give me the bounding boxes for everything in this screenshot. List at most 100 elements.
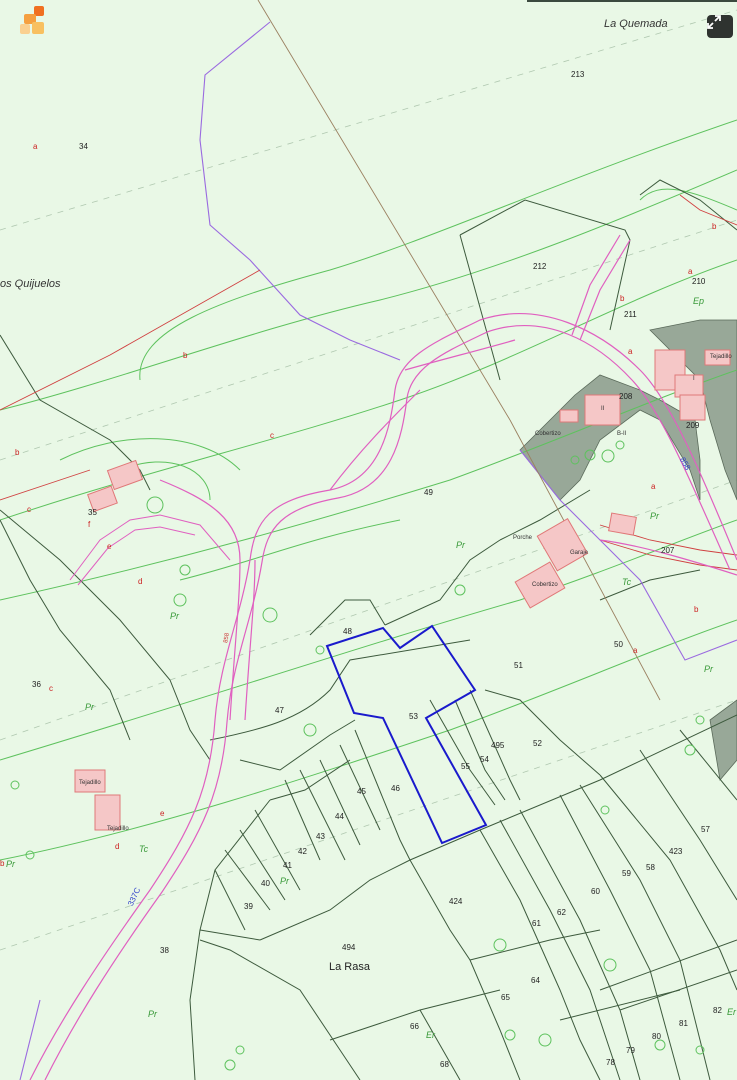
parcel-label: 58 (646, 863, 655, 872)
parcel-label: 34 (79, 142, 88, 151)
subparcel-code: c (49, 684, 53, 693)
subparcel-code: f (88, 520, 91, 529)
parcel-label: 66 (410, 1022, 419, 1031)
subparcel-code: c (270, 431, 274, 440)
subparcel-code: d (115, 842, 120, 851)
subparcel-code: b (712, 222, 717, 231)
parcel-label: 57 (701, 825, 710, 834)
parcel-label: 48 (343, 627, 352, 636)
landuse-label: Pr (85, 702, 94, 712)
landuse-label: Tc (622, 577, 632, 587)
parcel-label: 80 (652, 1032, 661, 1041)
parcel-label: 55 (461, 762, 470, 771)
parcel-label: 46 (391, 784, 400, 793)
parcel-label: 495 (491, 741, 505, 750)
parcel-label: 424 (449, 897, 463, 906)
parcel-label: 210 (692, 277, 706, 286)
parcel-label: 207 (661, 546, 675, 555)
parcel-label: 81 (679, 1019, 688, 1028)
building-label: Garaje (570, 550, 589, 556)
landuse-label: Pr (704, 664, 713, 674)
building-label: Tejadillo (79, 780, 101, 786)
landuse-label: Ep (693, 296, 705, 306)
selected-parcel-53 (325, 624, 488, 845)
building-label: Tejadillo (107, 826, 129, 832)
subparcel-code: a (651, 482, 656, 491)
parcel-label: 61 (532, 919, 541, 928)
parcel-label: 38 (160, 946, 169, 955)
building-label: II (601, 406, 605, 412)
parcel-label: 42 (298, 847, 307, 856)
parcel-label: 35 (88, 508, 97, 517)
cadastral-map[interactable]: La Quemada os Quijuelos La Rasa 337C 858… (0, 0, 737, 1080)
subparcel-code: a (633, 646, 638, 655)
subparcel-code: c (27, 505, 31, 514)
parcel-label: 49 (424, 488, 433, 497)
parcel-label: 50 (614, 640, 623, 649)
subparcel-code: e (107, 542, 112, 551)
place-la-quemada: La Quemada (604, 18, 668, 30)
parcel-label: 78 (606, 1058, 615, 1067)
expand-icon (707, 15, 721, 29)
landuse-label: Pr (650, 511, 659, 521)
place-la-rasa: La Rasa (329, 961, 370, 973)
building-label: B-II (617, 431, 627, 437)
red-lines (0, 194, 737, 571)
subparcel-code: b (15, 448, 20, 457)
subparcel-code: a (628, 347, 633, 356)
landuse-label: Tc (139, 844, 149, 854)
landuse-label: Pr (456, 540, 465, 550)
parcel-label: 68 (440, 1060, 449, 1069)
parcel-label: 51 (514, 661, 523, 670)
landuse-label: Pr (170, 611, 179, 621)
parcel-label: 62 (557, 908, 566, 917)
parcel-label: 54 (480, 755, 489, 764)
subparcel-code: b (620, 294, 625, 303)
subparcel-code: a (688, 267, 693, 276)
building-label: Cobertizo (532, 582, 558, 588)
parcel-label: 45 (357, 787, 366, 796)
landuse-label: Er (727, 1007, 736, 1017)
parcel-label: 79 (626, 1046, 635, 1055)
building-label: Tejadillo (710, 354, 732, 360)
roads (29, 234, 737, 1080)
building-label: Porche (513, 535, 533, 541)
landuse-label: Er (426, 1030, 435, 1040)
building-label: I (693, 376, 695, 382)
parcel-label: 65 (501, 993, 510, 1002)
subparcel-code: b (183, 351, 188, 360)
parcel-label: 47 (275, 706, 284, 715)
parcel-label: 211 (624, 310, 637, 319)
app-logo (8, 4, 48, 38)
landuse-label: Pr (280, 876, 289, 886)
parcel-label: 36 (32, 680, 41, 689)
top-strip (527, 0, 737, 2)
place-quijuelos: os Quijuelos (0, 278, 61, 290)
parcel-label: 209 (686, 421, 700, 430)
subparcel-code: a (33, 142, 38, 151)
parcel-label: 41 (283, 861, 292, 870)
parcel-label: 53 (409, 712, 418, 721)
parcel-label: 60 (591, 887, 600, 896)
parcel-label: 59 (622, 869, 631, 878)
building-label: Cobertizo (535, 431, 561, 437)
landuse-label: Pr (6, 859, 15, 869)
parcel-label: 208 (619, 392, 633, 401)
parcel-label: 52 (533, 739, 542, 748)
parcel-label: 44 (335, 812, 344, 821)
expand-button[interactable] (707, 15, 733, 38)
subparcel-code: b (0, 859, 5, 868)
parcel-label: 39 (244, 902, 253, 911)
subparcel-code: d (138, 577, 143, 586)
parcel-label: 64 (531, 976, 540, 985)
subparcel-code: e (160, 809, 165, 818)
subparcel-code: b (694, 605, 699, 614)
parcel-label: 212 (533, 262, 547, 271)
trees (10, 440, 705, 1071)
map-canvas (0, 0, 737, 1080)
parcel-label: 213 (571, 70, 585, 79)
parcel-label: 40 (261, 879, 270, 888)
parcel-label: 494 (342, 943, 356, 952)
parcel-label: 43 (316, 832, 325, 841)
parcel-label: 423 (669, 847, 683, 856)
